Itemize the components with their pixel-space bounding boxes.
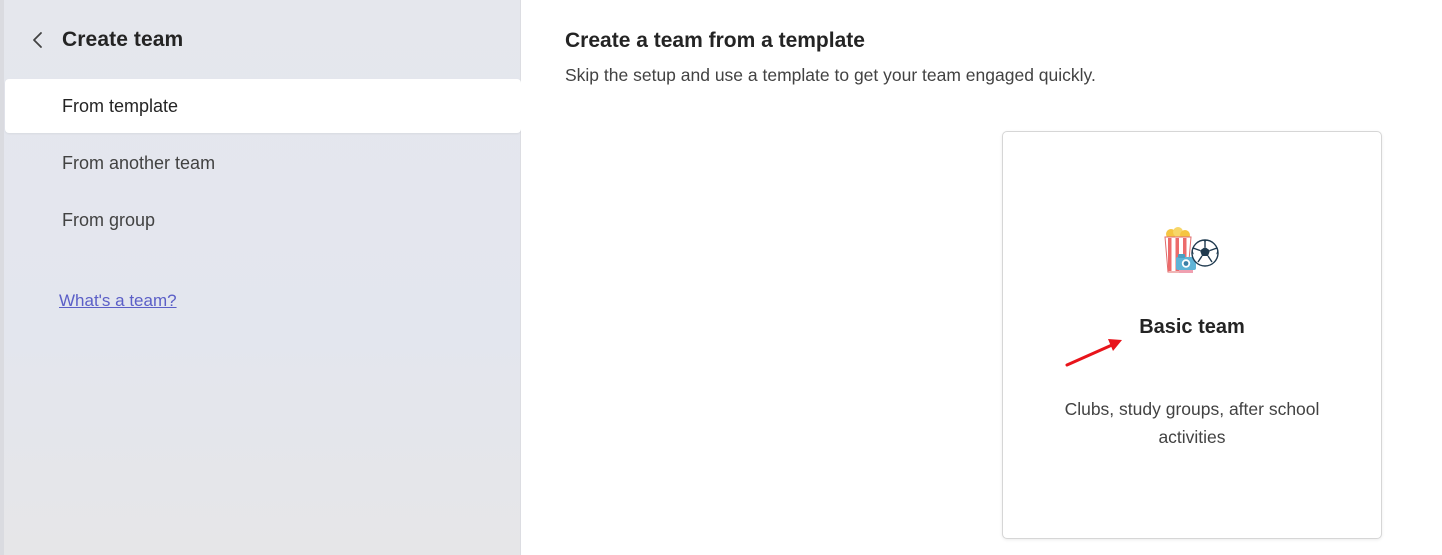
create-team-window: Create team From template From another t…	[0, 0, 1442, 555]
sidebar-edge	[0, 0, 4, 555]
nav-item-label: From another team	[62, 152, 216, 173]
main-panel: Create a team from a template Skip the s…	[521, 0, 1442, 555]
nav-item-label: From template	[62, 95, 179, 116]
page-title: Create a team from a template	[565, 29, 865, 52]
nav-item-from-another-team[interactable]: From another team	[5, 136, 521, 190]
whats-a-team-link[interactable]: What's a team?	[59, 291, 177, 311]
sidebar-title: Create team	[62, 28, 184, 51]
create-team-nav: From template From another team From gro…	[5, 79, 521, 250]
popcorn-camera-soccer-icon	[1159, 226, 1229, 282]
page-subtitle: Skip the setup and use a template to get…	[565, 65, 1096, 85]
template-description: Clubs, study groups, after school activi…	[1064, 399, 1320, 447]
nav-item-label: From group	[62, 209, 156, 230]
back-button[interactable]: Create team	[28, 22, 183, 58]
chevron-left-icon[interactable]	[28, 30, 48, 50]
sidebar: Create team From template From another t…	[0, 0, 521, 555]
nav-item-from-template[interactable]: From template	[5, 79, 521, 133]
basic-team-template-card[interactable]: Basic team Clubs, study groups, after sc…	[1002, 131, 1382, 539]
template-title: Basic team	[1139, 316, 1245, 338]
nav-item-from-group[interactable]: From group	[5, 193, 521, 247]
